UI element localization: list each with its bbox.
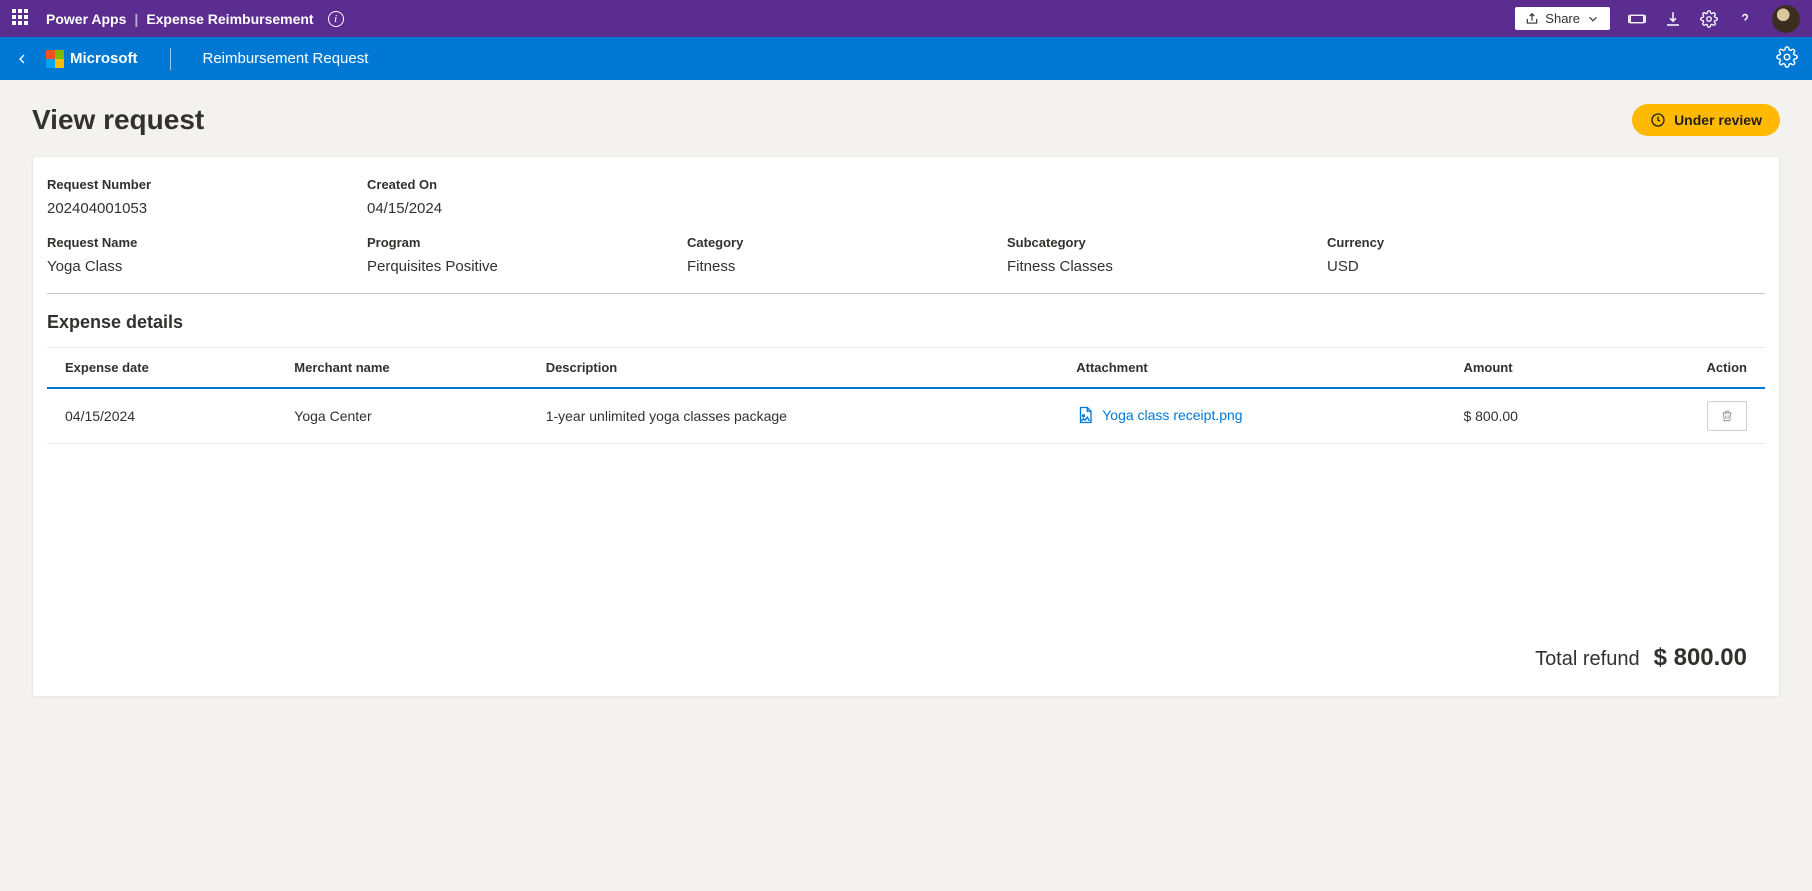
- table-row: 04/15/2024 Yoga Center 1-year unlimited …: [47, 388, 1765, 444]
- label-request-name: Request Name: [47, 235, 347, 250]
- back-icon[interactable]: [14, 51, 30, 67]
- status-text: Under review: [1674, 112, 1762, 128]
- col-attachment: Attachment: [1058, 348, 1445, 389]
- top-app-name[interactable]: Power Apps: [46, 11, 126, 27]
- col-merchant: Merchant name: [276, 348, 527, 389]
- label-category: Category: [687, 235, 987, 250]
- expense-table: Expense date Merchant name Description A…: [47, 347, 1765, 444]
- share-label: Share: [1545, 11, 1580, 26]
- help-icon[interactable]: [1736, 10, 1754, 28]
- page-title: View request: [32, 104, 204, 136]
- attachment-link[interactable]: Yoga class receipt.png: [1076, 406, 1242, 424]
- page-body: View request Under review Request Number…: [0, 80, 1812, 727]
- col-action: Action: [1619, 348, 1765, 389]
- value-program: Perquisites Positive: [367, 258, 667, 275]
- col-date: Expense date: [47, 348, 276, 389]
- value-request-name: Yoga Class: [47, 258, 347, 275]
- clock-icon: [1650, 112, 1666, 128]
- field-request-name: Request Name Yoga Class: [47, 235, 347, 275]
- table-header-row: Expense date Merchant name Description A…: [47, 348, 1765, 389]
- cell-date: 04/15/2024: [47, 388, 276, 444]
- image-file-icon: [1076, 406, 1094, 424]
- status-badge: Under review: [1632, 104, 1780, 136]
- cell-description: 1-year unlimited yoga classes package: [528, 388, 1059, 444]
- expense-section-title: Expense details: [47, 312, 1765, 333]
- value-currency: USD: [1327, 258, 1527, 275]
- user-avatar[interactable]: [1772, 5, 1800, 33]
- label-currency: Currency: [1327, 235, 1527, 250]
- delete-row-button[interactable]: [1707, 401, 1747, 431]
- cell-merchant: Yoga Center: [276, 388, 527, 444]
- app-page-name: Reimbursement Request: [203, 50, 369, 67]
- field-program: Program Perquisites Positive: [367, 235, 667, 275]
- app-header: Microsoft Reimbursement Request: [0, 37, 1812, 80]
- app-settings-icon[interactable]: [1776, 46, 1798, 71]
- power-apps-top-bar: Power Apps | Expense Reimbursement i Sha…: [0, 0, 1812, 37]
- label-created-on: Created On: [367, 177, 667, 192]
- app-launcher-icon[interactable]: [12, 9, 32, 29]
- divider: [170, 48, 171, 70]
- label-request-number: Request Number: [47, 177, 347, 192]
- value-request-number: 202404001053: [47, 200, 347, 217]
- info-icon[interactable]: i: [328, 11, 344, 27]
- microsoft-logo[interactable]: Microsoft: [46, 50, 138, 68]
- trash-icon: [1720, 409, 1734, 423]
- value-subcategory: Fitness Classes: [1007, 258, 1307, 275]
- field-currency: Currency USD: [1327, 235, 1527, 275]
- top-context[interactable]: Expense Reimbursement: [146, 11, 313, 27]
- top-title: Power Apps | Expense Reimbursement: [46, 11, 314, 27]
- fit-to-screen-icon[interactable]: [1628, 10, 1646, 28]
- field-category: Category Fitness: [687, 235, 987, 275]
- col-amount: Amount: [1445, 348, 1618, 389]
- label-program: Program: [367, 235, 667, 250]
- top-separator: |: [134, 11, 138, 27]
- field-subcategory: Subcategory Fitness Classes: [1007, 235, 1307, 275]
- cell-amount: $ 800.00: [1445, 388, 1618, 444]
- total-label: Total refund: [1535, 648, 1640, 671]
- value-created-on: 04/15/2024: [367, 200, 667, 217]
- field-request-number: Request Number 202404001053: [47, 177, 347, 217]
- settings-icon[interactable]: [1700, 10, 1718, 28]
- attachment-name: Yoga class receipt.png: [1102, 407, 1242, 423]
- brand-text: Microsoft: [70, 50, 138, 67]
- request-card: Request Number 202404001053 Created On 0…: [32, 156, 1780, 697]
- total-row: Total refund $ 800.00: [47, 644, 1765, 672]
- share-button[interactable]: Share: [1515, 7, 1610, 30]
- label-subcategory: Subcategory: [1007, 235, 1307, 250]
- value-category: Fitness: [687, 258, 987, 275]
- total-amount: $ 800.00: [1654, 644, 1747, 672]
- col-description: Description: [528, 348, 1059, 389]
- field-created-on: Created On 04/15/2024: [367, 177, 667, 217]
- download-icon[interactable]: [1664, 10, 1682, 28]
